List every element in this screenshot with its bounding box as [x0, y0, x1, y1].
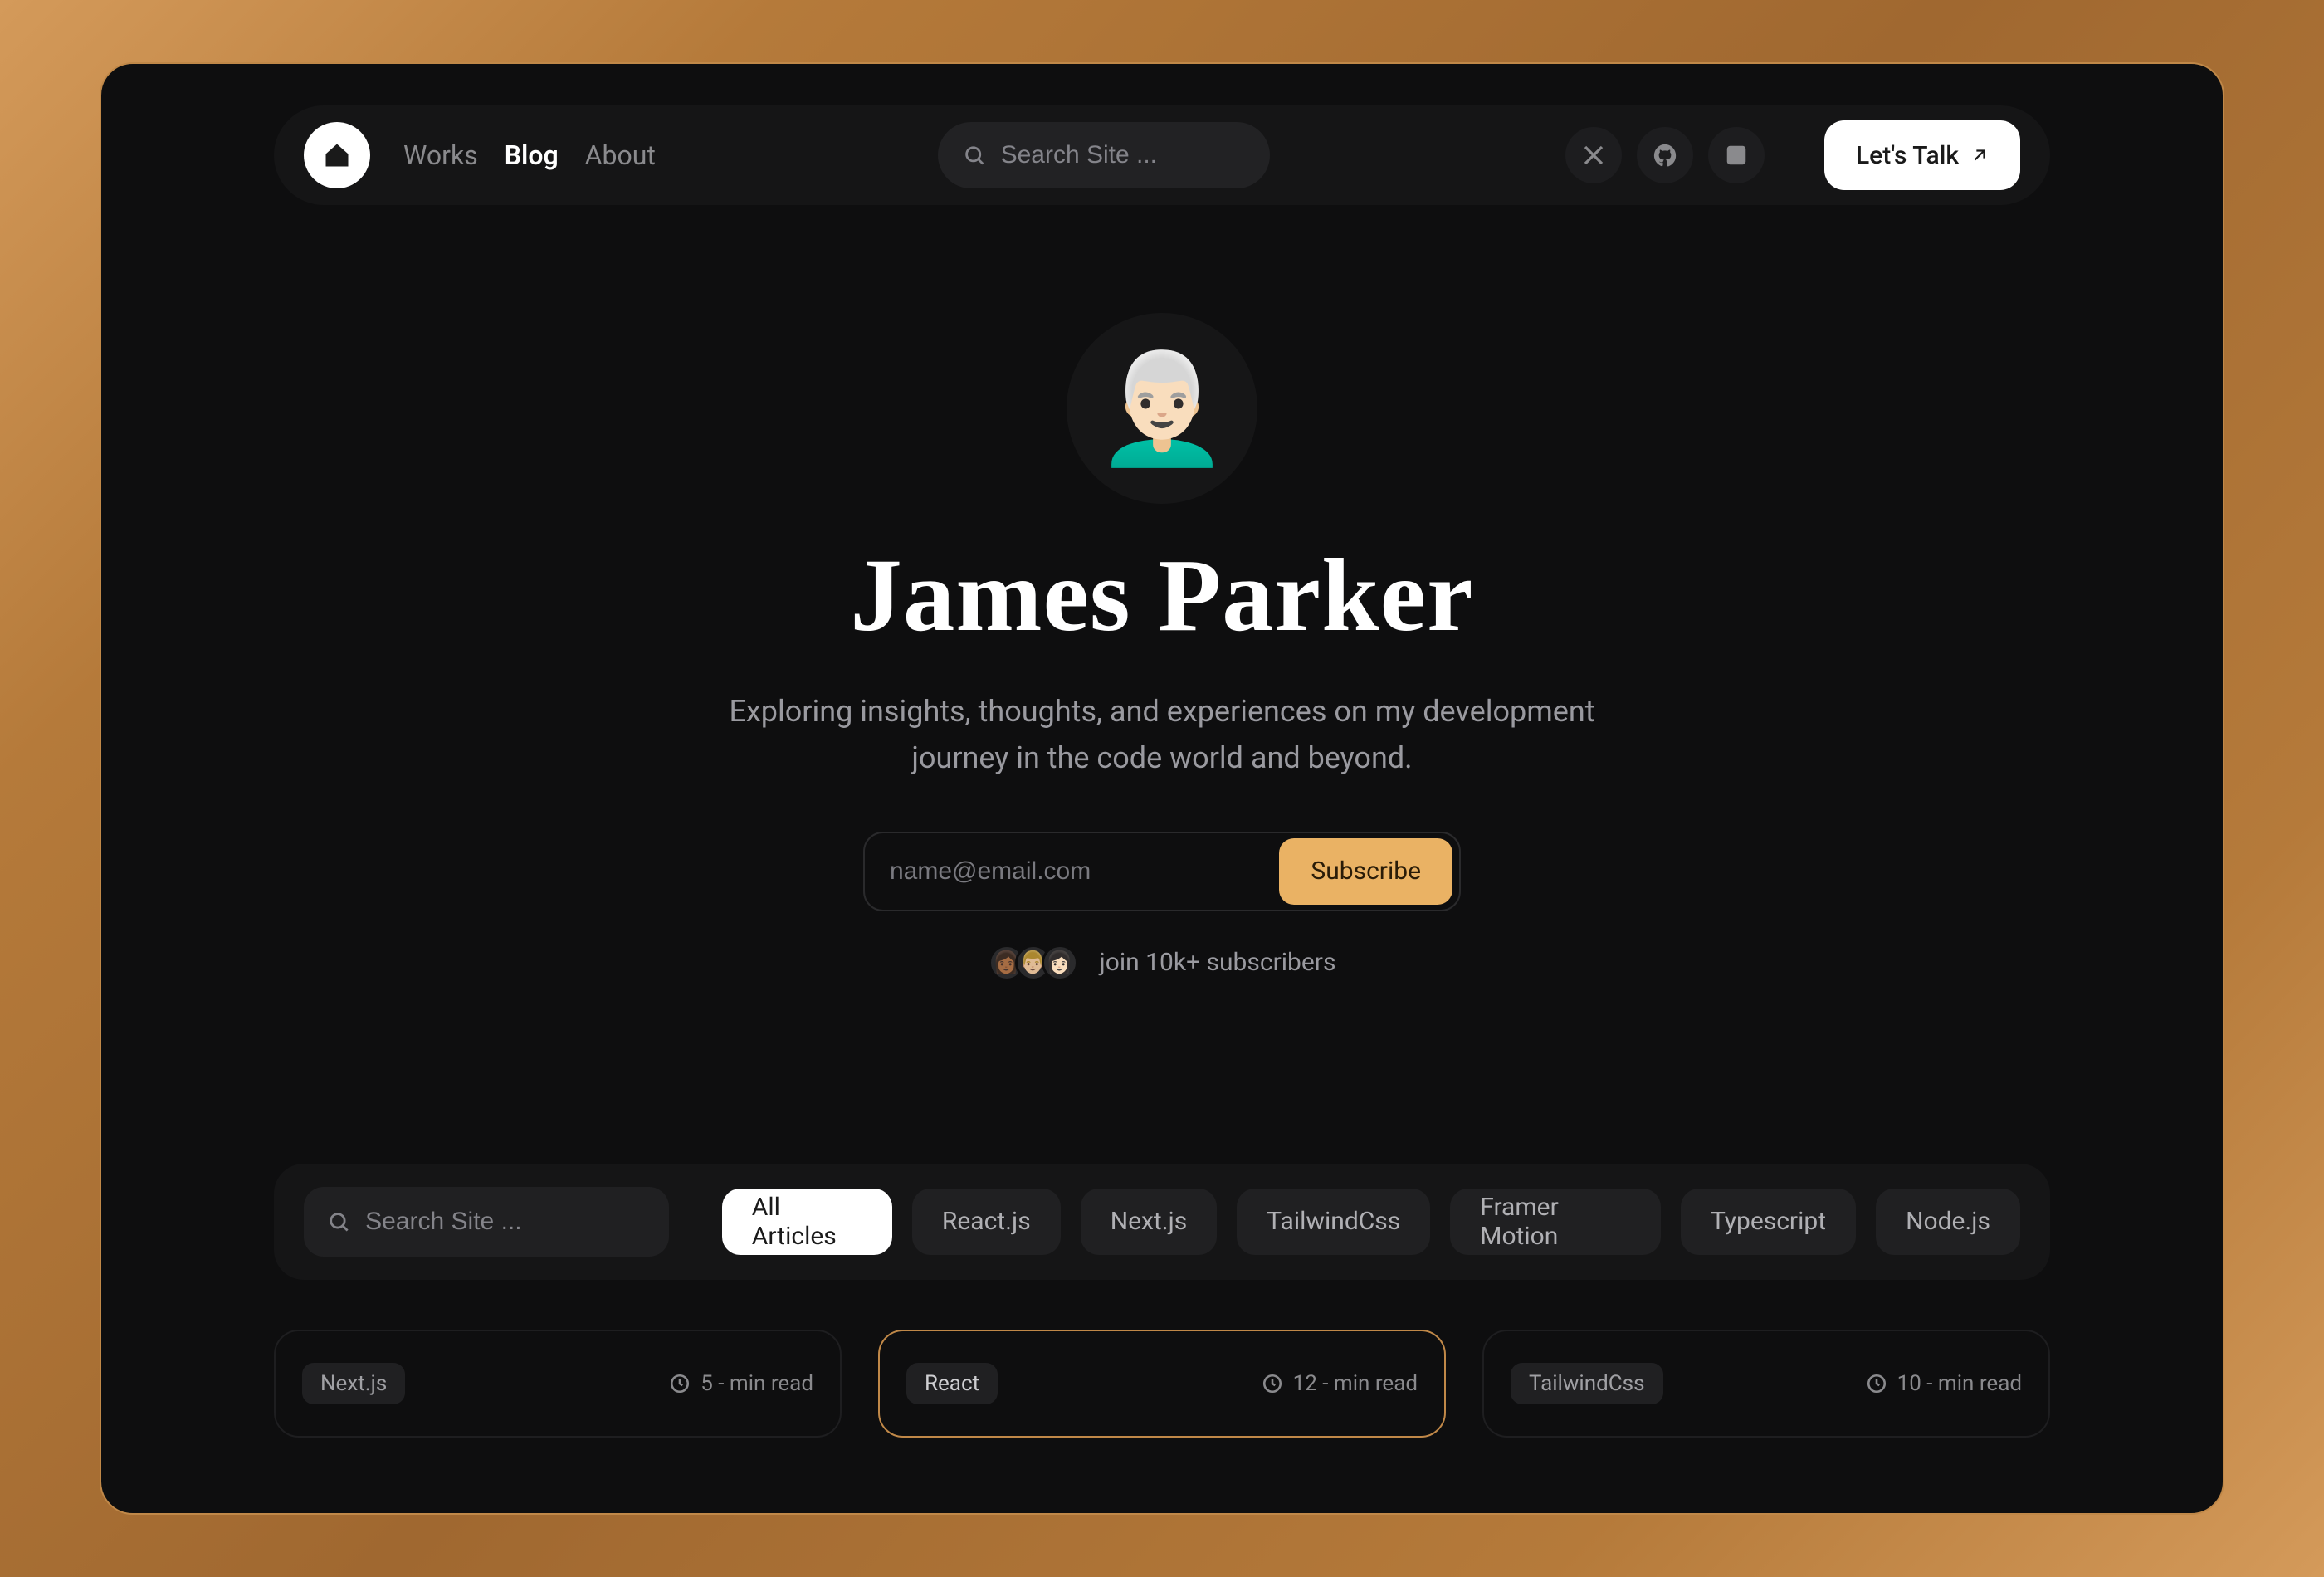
nav-links: Works Blog About — [403, 139, 656, 171]
card-tag: Next.js — [302, 1363, 405, 1404]
subscribe-form: Subscribe — [863, 832, 1461, 911]
filter-search-input[interactable] — [365, 1208, 646, 1236]
avatar: 👨🏻‍🦳 — [1067, 313, 1257, 504]
search-icon — [963, 142, 986, 168]
articles-row: Next.js 5 - min read React 12 - min read… — [274, 1330, 2050, 1438]
tag-framer-motion[interactable]: Framer Motion — [1450, 1189, 1661, 1255]
nav-search-input[interactable] — [1001, 141, 1245, 169]
filter-bar: All Articles React.js Next.js TailwindCs… — [274, 1164, 2050, 1280]
article-card[interactable]: React 12 - min read — [878, 1330, 1446, 1438]
subscribe-label: Subscribe — [1311, 857, 1421, 886]
card-readtime-text: 12 - min read — [1293, 1371, 1418, 1396]
card-tag: TailwindCss — [1511, 1363, 1663, 1404]
email-input[interactable] — [890, 857, 1279, 886]
github-icon — [1653, 143, 1677, 168]
tag-typescript[interactable]: Typescript — [1681, 1189, 1856, 1255]
hero-subtitle: Exploring insights, thoughts, and experi… — [706, 689, 1618, 782]
card-readtime: 5 - min read — [669, 1371, 813, 1396]
filter-search[interactable] — [304, 1187, 669, 1257]
linkedin-icon — [1724, 143, 1749, 168]
mini-avatar: 👩🏻 — [1042, 945, 1078, 981]
nav-search[interactable] — [938, 122, 1270, 188]
tag-nodejs[interactable]: Node.js — [1876, 1189, 2020, 1255]
card-tag: React — [906, 1363, 998, 1404]
lets-talk-button[interactable]: Let's Talk — [1824, 120, 2020, 190]
search-icon — [327, 1208, 350, 1235]
card-readtime-text: 10 - min read — [1897, 1371, 2022, 1396]
navbar: Works Blog About Let's Talk — [274, 105, 2050, 205]
tag-tailwindcss[interactable]: TailwindCss — [1237, 1189, 1430, 1255]
hero-name: James Parker — [850, 537, 1473, 656]
article-card[interactable]: Next.js 5 - min read — [274, 1330, 842, 1438]
hero: 👨🏻‍🦳 James Parker Exploring insights, th… — [101, 313, 2223, 981]
social-icons — [1565, 127, 1765, 183]
social-linkedin[interactable] — [1708, 127, 1765, 183]
nav-link-about[interactable]: About — [585, 139, 656, 171]
join-text: join 10k+ subscribers — [1100, 948, 1336, 977]
social-x[interactable] — [1565, 127, 1622, 183]
clock-icon — [1262, 1373, 1283, 1394]
tag-reactjs[interactable]: React.js — [912, 1189, 1061, 1255]
card-readtime-text: 5 - min read — [701, 1371, 813, 1396]
lets-talk-label: Let's Talk — [1856, 141, 1959, 170]
subscribe-button[interactable]: Subscribe — [1279, 838, 1452, 905]
tag-all-articles[interactable]: All Articles — [722, 1189, 892, 1255]
app-frame: Works Blog About Let's Talk — [100, 62, 2224, 1515]
home-icon — [322, 140, 352, 170]
nav-link-works[interactable]: Works — [403, 139, 478, 171]
nav-link-blog[interactable]: Blog — [505, 139, 559, 171]
social-github[interactable] — [1637, 127, 1693, 183]
card-readtime: 10 - min read — [1866, 1371, 2022, 1396]
subscriber-avatars: 👩🏾 👨🏼 👩🏻 — [989, 945, 1078, 981]
tag-nextjs[interactable]: Next.js — [1081, 1189, 1218, 1255]
arrow-upright-icon — [1970, 146, 1989, 164]
clock-icon — [1866, 1373, 1887, 1394]
clock-icon — [669, 1373, 691, 1394]
join-row: 👩🏾 👨🏼 👩🏻 join 10k+ subscribers — [989, 945, 1336, 981]
x-icon — [1581, 143, 1606, 168]
home-logo[interactable] — [304, 122, 370, 188]
card-readtime: 12 - min read — [1262, 1371, 1418, 1396]
article-card[interactable]: TailwindCss 10 - min read — [1482, 1330, 2050, 1438]
